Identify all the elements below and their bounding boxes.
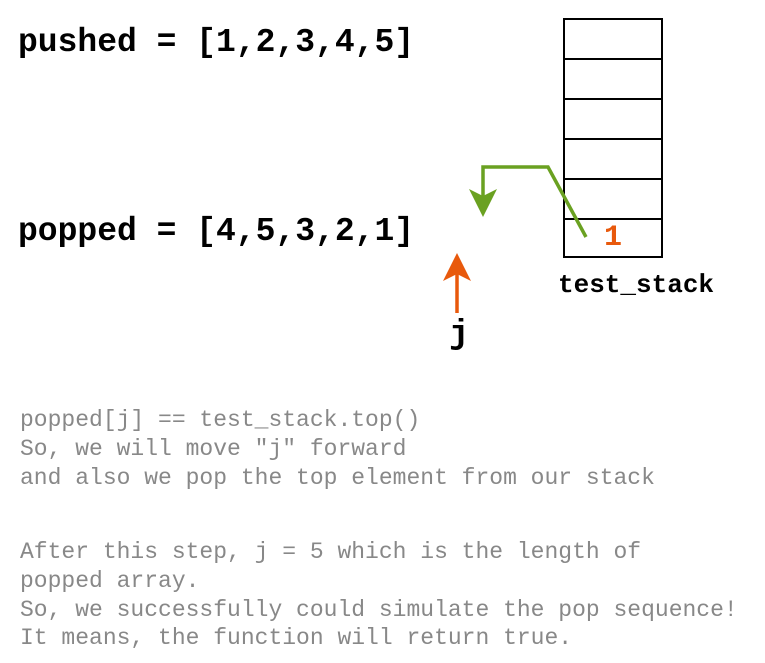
stack-label: test_stack <box>558 270 714 300</box>
stack-cell <box>563 138 663 178</box>
stack-cell <box>563 58 663 98</box>
stack-cell <box>563 178 663 218</box>
explanation-block-2: After this step, j = 5 which is the leng… <box>20 538 738 653</box>
stack-cell <box>563 18 663 58</box>
pointer-j-label: j <box>449 316 469 354</box>
test-stack: 1 <box>563 18 663 258</box>
pushed-array-text: pushed = [1,2,3,4,5] <box>18 24 414 61</box>
explanation-block-1: popped[j] == test_stack.top() So, we wil… <box>20 406 655 492</box>
stack-cell: 1 <box>563 218 663 258</box>
stack-cell <box>563 98 663 138</box>
popped-array-text: popped = [4,5,3,2,1] <box>18 213 414 250</box>
